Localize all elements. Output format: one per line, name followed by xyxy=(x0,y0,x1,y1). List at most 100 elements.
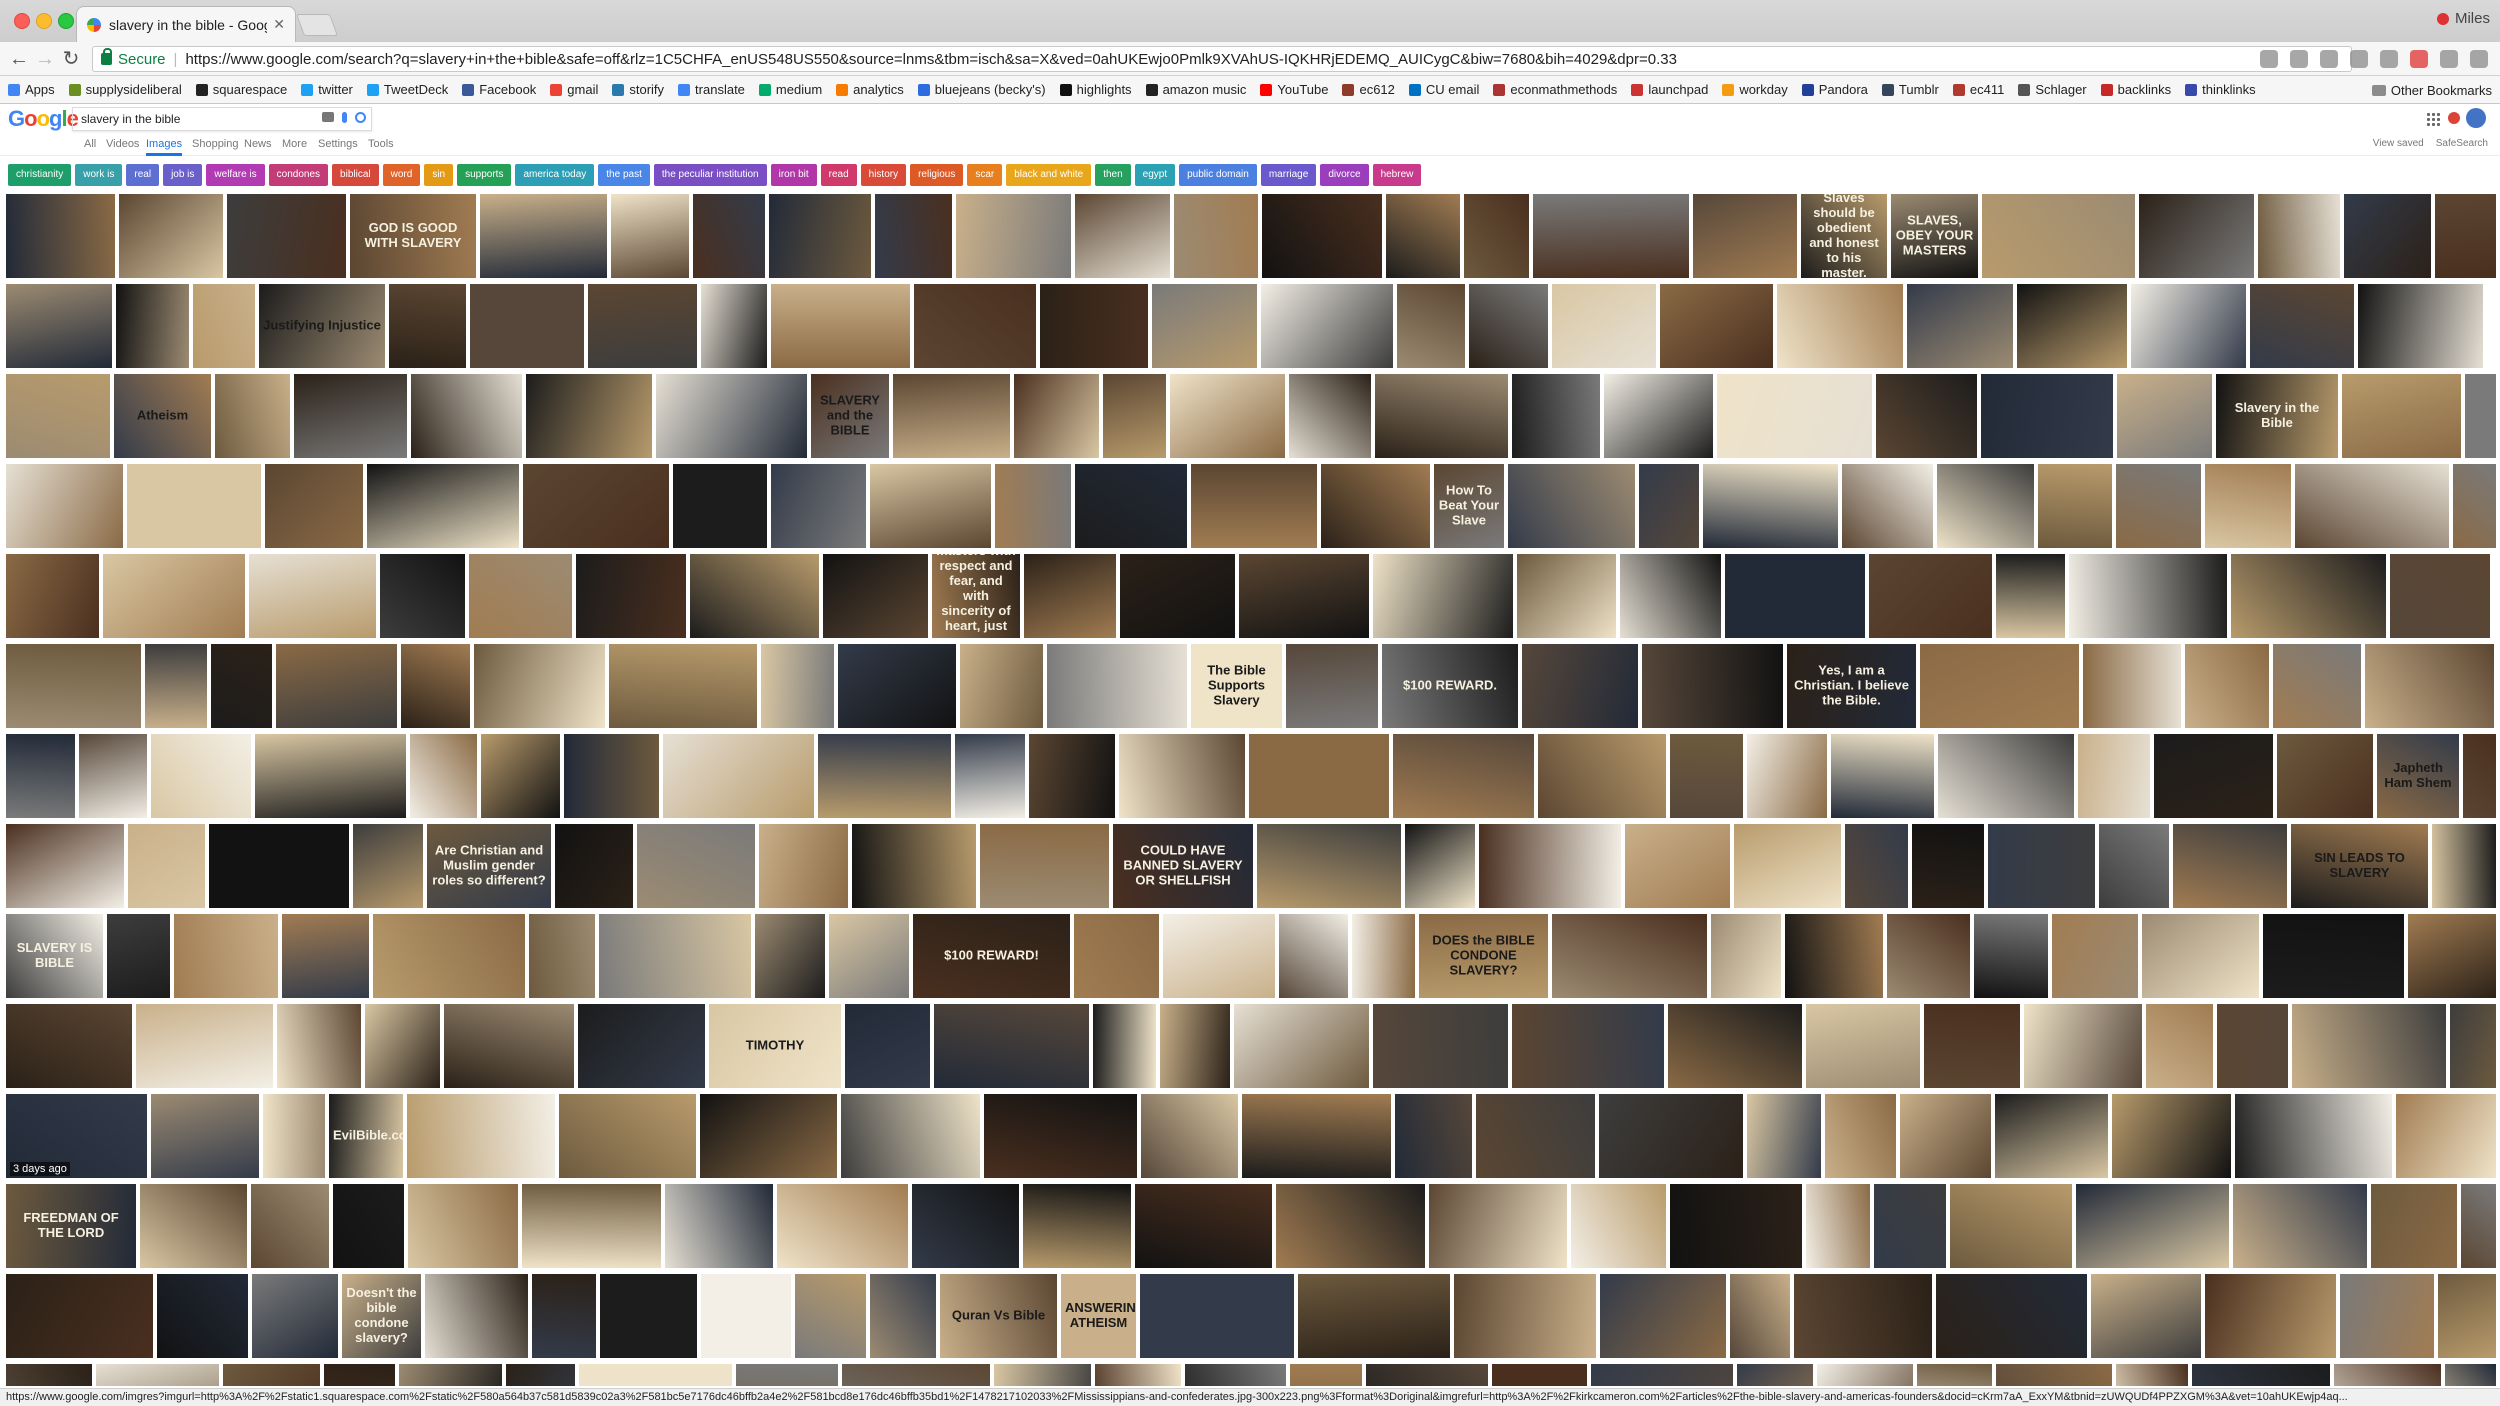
image-thumbnail[interactable] xyxy=(564,734,659,818)
image-thumbnail[interactable] xyxy=(1141,1094,1238,1178)
bookmark-item[interactable]: CU email xyxy=(1408,82,1479,97)
image-thumbnail[interactable] xyxy=(1533,194,1689,278)
image-thumbnail[interactable]: COULD HAVE BANNED SLAVERY OR SHELLFISH xyxy=(1113,824,1253,908)
image-thumbnail[interactable] xyxy=(6,1364,92,1386)
image-thumbnail[interactable] xyxy=(1996,554,2065,638)
view-saved-link[interactable]: View saved xyxy=(2373,138,2424,149)
bookmark-item[interactable]: twitter xyxy=(301,82,353,97)
image-thumbnail[interactable] xyxy=(2235,1094,2392,1178)
bookmark-item[interactable]: storify xyxy=(612,82,664,97)
image-thumbnail[interactable]: 3 days ago xyxy=(6,1094,147,1178)
topic-chip[interactable]: egypt xyxy=(1134,164,1176,186)
image-thumbnail[interactable] xyxy=(609,644,757,728)
image-thumbnail[interactable] xyxy=(823,554,928,638)
image-thumbnail[interactable] xyxy=(842,1364,990,1386)
image-thumbnail[interactable] xyxy=(1625,824,1730,908)
image-thumbnail[interactable] xyxy=(2465,374,2496,458)
image-thumbnail[interactable] xyxy=(1660,284,1773,368)
camera-icon[interactable] xyxy=(322,112,334,122)
image-thumbnail[interactable] xyxy=(2463,734,2496,818)
image-thumbnail[interactable] xyxy=(2173,824,2287,908)
image-thumbnail[interactable] xyxy=(1140,1274,1294,1358)
image-thumbnail[interactable] xyxy=(2277,734,2373,818)
image-thumbnail[interactable] xyxy=(2231,554,2386,638)
image-thumbnail[interactable] xyxy=(480,194,607,278)
image-thumbnail[interactable] xyxy=(151,1094,259,1178)
image-thumbnail[interactable] xyxy=(223,1364,320,1386)
image-thumbnail[interactable] xyxy=(2445,1364,2496,1386)
tab-images[interactable]: Images xyxy=(146,138,183,156)
image-thumbnail[interactable] xyxy=(2205,1274,2336,1358)
image-thumbnail[interactable] xyxy=(2052,914,2138,998)
image-thumbnail[interactable] xyxy=(1995,1094,2108,1178)
image-thumbnail[interactable] xyxy=(777,1184,908,1268)
forward-arrow-icon[interactable]: → xyxy=(32,46,58,72)
bookmark-item[interactable]: highlights xyxy=(1059,82,1132,97)
image-thumbnail[interactable]: Atheism xyxy=(114,374,211,458)
image-thumbnail[interactable] xyxy=(107,914,170,998)
bookmark-item[interactable]: backlinks xyxy=(2100,82,2171,97)
image-thumbnail[interactable] xyxy=(656,374,807,458)
topic-chip[interactable]: biblical xyxy=(332,164,379,186)
image-thumbnail[interactable] xyxy=(6,1004,132,1088)
image-thumbnail[interactable] xyxy=(6,554,99,638)
topic-chip[interactable]: condones xyxy=(268,164,329,186)
image-thumbnail[interactable] xyxy=(914,284,1036,368)
image-thumbnail[interactable] xyxy=(1747,734,1827,818)
image-thumbnail[interactable] xyxy=(1737,1364,1813,1386)
bookmark-item[interactable]: Pandora xyxy=(1801,82,1868,97)
image-thumbnail[interactable] xyxy=(1075,464,1187,548)
image-thumbnail[interactable]: $100 REWARD! xyxy=(913,914,1070,998)
avatar[interactable] xyxy=(2466,108,2486,128)
browser-tab-active[interactable]: slavery in the bible - Google S ✕ xyxy=(76,6,296,42)
image-thumbnail[interactable] xyxy=(408,1184,518,1268)
image-thumbnail[interactable] xyxy=(701,1274,791,1358)
image-thumbnail[interactable] xyxy=(140,1184,247,1268)
tab-tools[interactable]: Tools xyxy=(368,138,394,150)
topic-chip[interactable]: history xyxy=(860,164,907,186)
image-thumbnail[interactable] xyxy=(1397,284,1465,368)
image-thumbnail[interactable] xyxy=(1366,1364,1488,1386)
image-thumbnail[interactable] xyxy=(637,824,755,908)
image-thumbnail[interactable] xyxy=(1373,1004,1508,1088)
image-thumbnail[interactable] xyxy=(2069,554,2227,638)
image-thumbnail[interactable] xyxy=(2365,644,2494,728)
image-thumbnail[interactable] xyxy=(690,554,819,638)
image-thumbnail[interactable] xyxy=(227,194,346,278)
image-thumbnail[interactable] xyxy=(1817,1364,1913,1386)
image-thumbnail[interactable] xyxy=(373,914,525,998)
image-thumbnail[interactable] xyxy=(2344,194,2431,278)
image-thumbnail[interactable] xyxy=(1734,824,1841,908)
image-thumbnail[interactable] xyxy=(136,1004,273,1088)
tab-videos[interactable]: Videos xyxy=(106,138,139,150)
apps-grid-icon[interactable] xyxy=(2426,112,2440,126)
image-thumbnail[interactable] xyxy=(367,464,519,548)
image-thumbnail[interactable] xyxy=(795,1274,866,1358)
window-minimize-button[interactable] xyxy=(36,13,52,29)
image-thumbnail[interactable] xyxy=(2091,1274,2201,1358)
image-thumbnail[interactable] xyxy=(1794,1274,1932,1358)
image-thumbnail[interactable] xyxy=(701,284,767,368)
image-thumbnail[interactable] xyxy=(1040,284,1148,368)
topic-chip[interactable]: job is xyxy=(163,164,203,186)
bookmark-item[interactable]: translate xyxy=(678,82,745,97)
image-thumbnail[interactable]: ANSWERING ATHEISM xyxy=(1061,1274,1136,1358)
topic-chip[interactable]: america today xyxy=(515,164,595,186)
image-thumbnail[interactable] xyxy=(103,554,245,638)
image-thumbnail[interactable] xyxy=(365,1004,440,1088)
image-thumbnail[interactable] xyxy=(1152,284,1257,368)
image-thumbnail[interactable] xyxy=(1874,1184,1946,1268)
image-thumbnail[interactable]: Yes, I am a Christian. I believe the Bib… xyxy=(1787,644,1916,728)
address-bar[interactable]: Secure | https://www.google.com/search?q… xyxy=(92,46,2352,72)
image-thumbnail[interactable] xyxy=(193,284,255,368)
image-thumbnail[interactable] xyxy=(294,374,407,458)
image-thumbnail[interactable] xyxy=(333,1184,404,1268)
image-thumbnail[interactable] xyxy=(1912,824,1984,908)
image-thumbnail[interactable] xyxy=(2024,1004,2142,1088)
image-thumbnail[interactable] xyxy=(1075,194,1170,278)
image-thumbnail[interactable] xyxy=(1249,734,1389,818)
image-thumbnail[interactable] xyxy=(700,1094,837,1178)
image-thumbnail[interactable] xyxy=(1950,1184,2072,1268)
image-thumbnail[interactable] xyxy=(211,644,272,728)
image-thumbnail[interactable] xyxy=(1642,644,1783,728)
